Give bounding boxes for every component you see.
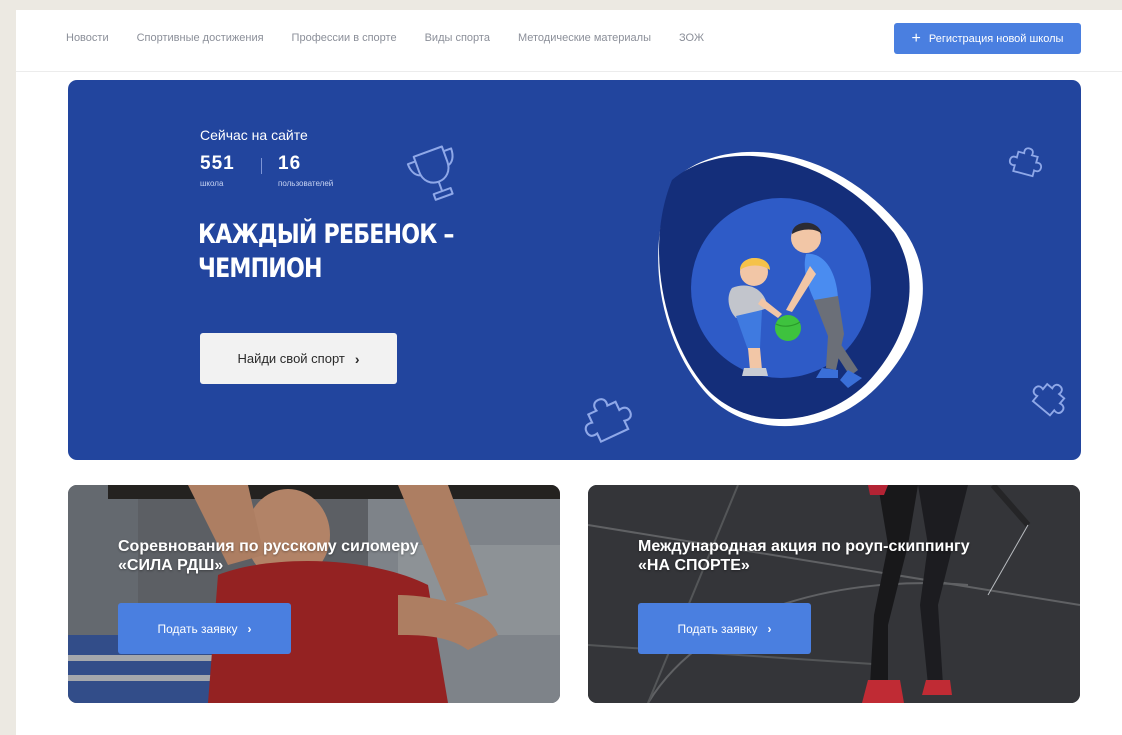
stat-divider xyxy=(261,158,262,174)
top-nav: Новости Спортивные достижения Профессии … xyxy=(16,10,1122,72)
nav-links: Новости Спортивные достижения Профессии … xyxy=(66,32,732,44)
chevron-right-icon: › xyxy=(247,621,252,636)
hero-banner: Сейчас на сайте 551 школа 16 пользовател… xyxy=(68,80,1081,460)
find-sport-button[interactable]: Найди свой спорт › xyxy=(200,333,397,384)
puzzle-icon xyxy=(1008,147,1043,178)
apply-label: Подать заявку xyxy=(677,621,758,636)
register-school-button[interactable]: + Регистрация новой школы xyxy=(894,23,1081,54)
event-card-na-sporte[interactable]: Международная акция по роуп-скиппингу «Н… xyxy=(588,485,1080,703)
card-title-line2: «СИЛА РДШ» xyxy=(118,557,224,574)
find-sport-label: Найди свой спорт xyxy=(237,351,345,366)
online-now-label: Сейчас на сайте xyxy=(200,127,308,143)
card-title-line2: «НА СПОРТЕ» xyxy=(638,557,750,574)
nav-link-news[interactable]: Новости xyxy=(66,32,109,44)
stat-schools-value: 551 xyxy=(200,153,235,174)
trophy-icon xyxy=(406,145,454,201)
page: Новости Спортивные достижения Профессии … xyxy=(16,10,1122,735)
card-title: Соревнования по русскому силомеру «СИЛА … xyxy=(118,537,538,575)
card-photo-background xyxy=(588,485,1080,703)
event-card-sila-rdsh[interactable]: Соревнования по русскому силомеру «СИЛА … xyxy=(68,485,560,703)
apply-label: Подать заявку xyxy=(157,621,238,636)
apply-button[interactable]: Подать заявку › xyxy=(638,603,811,654)
card-title: Международная акция по роуп-скиппингу «Н… xyxy=(638,537,1058,575)
hero-title: КАЖДЫЙ РЕБЕНОК – ЧЕМПИОН xyxy=(198,218,493,286)
nav-link-achievements[interactable]: Спортивные достижения xyxy=(137,32,264,44)
puzzle-icon xyxy=(1031,382,1066,417)
nav-link-sports[interactable]: Виды спорта xyxy=(425,32,490,44)
chevron-right-icon: › xyxy=(767,621,772,636)
card-title-line1: Международная акция по роуп-скиппингу xyxy=(638,538,970,555)
plus-icon: + xyxy=(911,29,921,47)
nav-link-materials[interactable]: Методические материалы xyxy=(518,32,651,44)
kids-basketball-illustration xyxy=(658,151,923,427)
stat-users-value: 16 xyxy=(278,153,302,174)
hero-title-line2: ЧЕМПИОН xyxy=(198,253,323,284)
hero-title-line1: КАЖДЫЙ РЕБЕНОК – xyxy=(198,219,455,250)
chevron-right-icon: › xyxy=(354,350,360,367)
register-school-label: Регистрация новой школы xyxy=(928,32,1064,45)
puzzle-icon xyxy=(584,398,632,444)
nav-link-professions[interactable]: Профессии в спорте xyxy=(292,32,397,44)
apply-button[interactable]: Подать заявку › xyxy=(118,603,291,654)
stat-users: 16 пользователей xyxy=(278,153,333,188)
nav-link-healthy-lifestyle[interactable]: ЗОЖ xyxy=(679,32,704,44)
card-title-line1: Соревнования по русскому силомеру xyxy=(118,538,419,555)
stat-schools-caption: школа xyxy=(200,179,224,188)
stat-schools: 551 школа xyxy=(200,153,235,188)
stat-users-caption: пользователей xyxy=(278,179,334,188)
card-photo-background xyxy=(68,485,560,703)
